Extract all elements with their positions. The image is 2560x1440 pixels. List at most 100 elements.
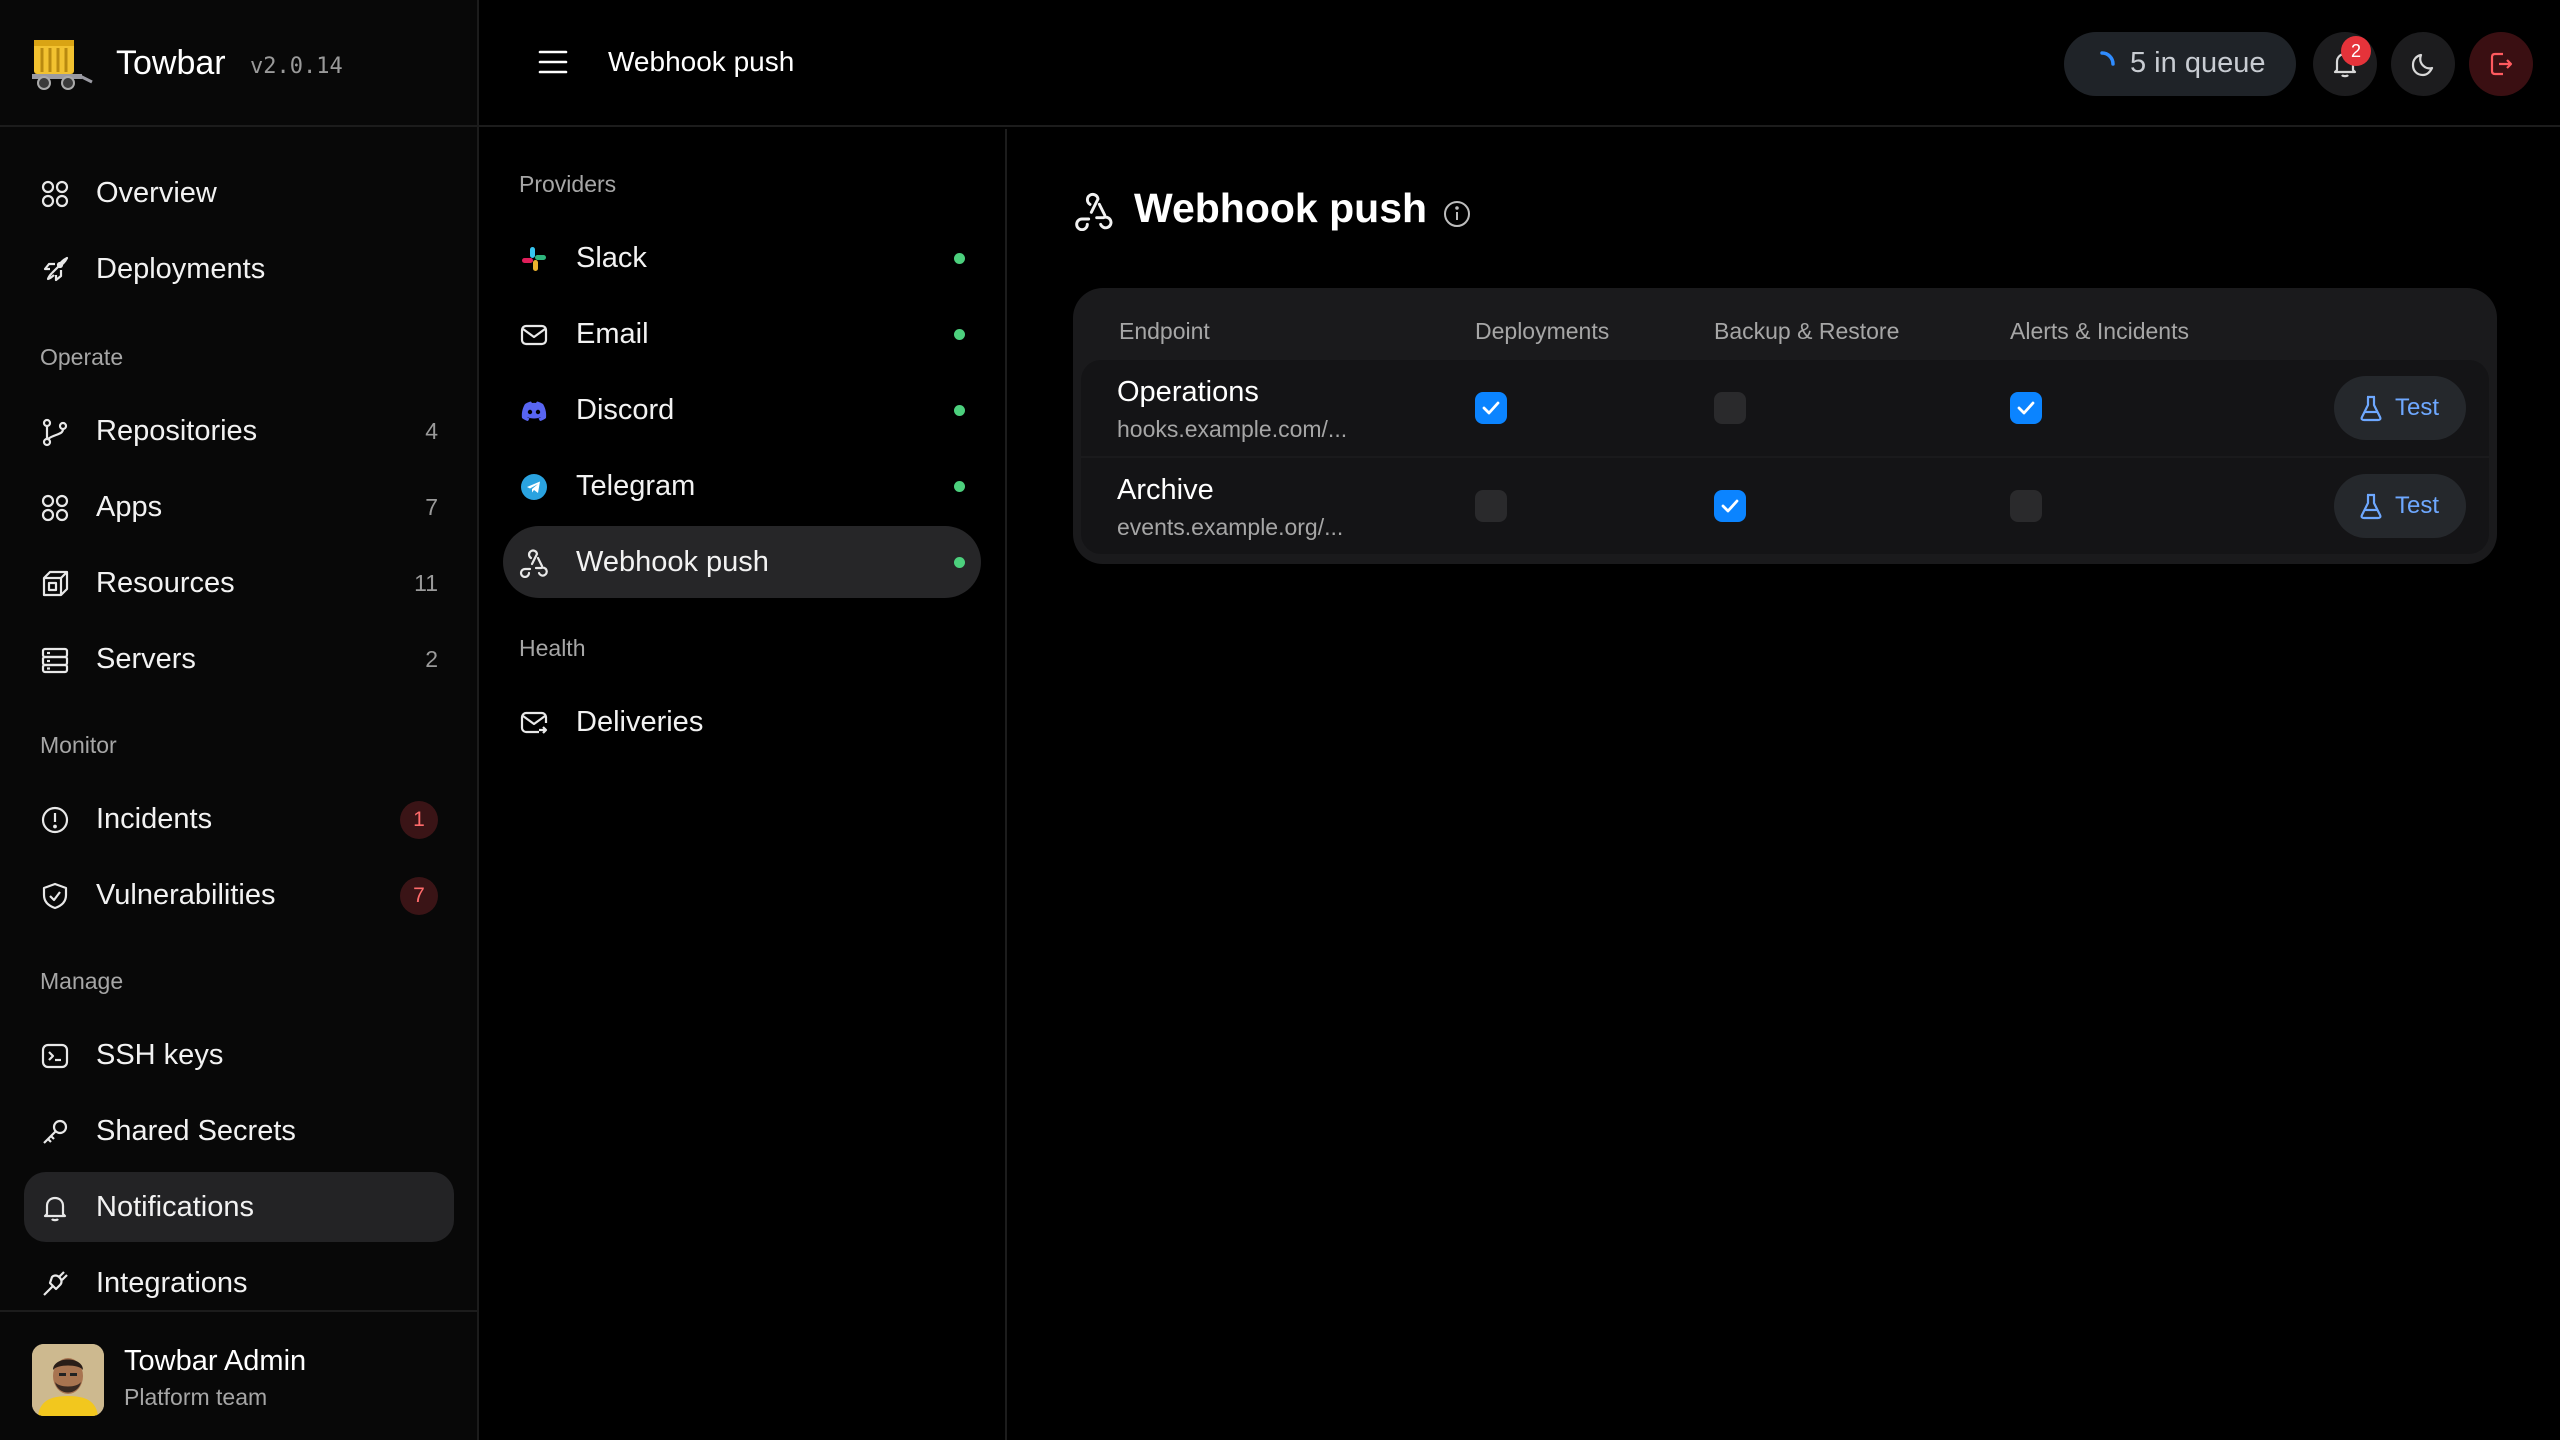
sidebar-item-label: Overview [96, 177, 217, 209]
rocket-icon [40, 255, 70, 285]
user-profile[interactable]: Towbar Admin Platform team [0, 1310, 477, 1440]
sidebar-item-shared-secrets[interactable]: Shared Secrets [24, 1096, 454, 1166]
sidebar-item-incidents[interactable]: Incidents 1 [24, 784, 454, 854]
queue-status-button[interactable]: 5 in queue [2064, 32, 2296, 96]
sidebar-item-label: Vulnerabilities [96, 879, 276, 911]
table-row: Operations hooks.example.com/... Test [1081, 360, 2489, 456]
count-badge: 7 [425, 494, 438, 520]
logout-icon [2490, 52, 2513, 76]
provider-item-discord[interactable]: Discord [503, 374, 981, 446]
avatar [32, 1344, 104, 1416]
plug-icon [40, 1269, 70, 1299]
provider-label: Email [576, 318, 649, 350]
status-dot [954, 557, 965, 568]
alerts-incidents-checkbox[interactable] [2010, 392, 2042, 424]
count-badge: 11 [414, 570, 438, 596]
check-icon [1482, 401, 1500, 415]
check-icon [2017, 401, 2035, 415]
provider-label: Webhook push [576, 546, 769, 578]
server-icon [40, 645, 70, 675]
info-icon[interactable] [1442, 199, 1472, 229]
health-label: Deliveries [576, 706, 704, 738]
sidebar-item-ssh-keys[interactable]: SSH keys [24, 1020, 454, 1090]
sidebar-item-label: Resources [96, 567, 235, 599]
sidebar-item-deployments[interactable]: Deployments [24, 234, 454, 304]
sidebar-item-integrations[interactable]: Integrations [24, 1248, 454, 1318]
alert-badge: 1 [400, 801, 438, 839]
queue-label: 5 in queue [2130, 47, 2266, 79]
alerts-incidents-checkbox[interactable] [2010, 490, 2042, 522]
sidebar-item-label: Shared Secrets [96, 1115, 296, 1147]
provider-item-email[interactable]: Email [503, 298, 981, 370]
logout-button[interactable] [2469, 32, 2533, 96]
sidebar-item-label: SSH keys [96, 1039, 224, 1071]
sidebar-item-label: Deployments [96, 253, 266, 285]
sidebar-item-servers[interactable]: Servers 2 [24, 624, 454, 694]
count-badge: 4 [425, 418, 438, 444]
mail-icon [519, 320, 549, 350]
apps-icon [40, 493, 70, 523]
key-icon [40, 1117, 70, 1147]
moon-icon [2411, 53, 2434, 77]
sidebar-item-overview[interactable]: Overview [24, 158, 454, 228]
brand: Towbar v2.0.14 [0, 0, 477, 127]
test-button[interactable]: Test [2334, 474, 2466, 538]
sidebar-item-notifications[interactable]: Notifications [24, 1172, 454, 1242]
grid-icon [40, 179, 70, 209]
sidebar-item-label: Apps [96, 491, 163, 523]
column-header-deployments: Deployments [1475, 318, 1610, 344]
sidebar-item-resources[interactable]: Resources 11 [24, 548, 454, 618]
terminal-icon [40, 1041, 70, 1071]
sidebar-item-label: Incidents [96, 803, 213, 835]
test-button-label: Test [2395, 492, 2440, 519]
towbar-logo-icon[interactable] [30, 34, 96, 92]
endpoint-url: events.example.org/... [1117, 514, 1344, 540]
health-item-deliveries[interactable]: Deliveries [503, 686, 981, 758]
telegram-icon [519, 472, 549, 502]
provider-item-webhook-push[interactable]: Webhook push [503, 526, 981, 598]
provider-label: Discord [576, 394, 675, 426]
git-branch-icon [40, 417, 70, 447]
section-monitor: Monitor [40, 732, 117, 758]
webhook-icon [1074, 191, 1114, 231]
topbar: Webhook push 5 in queue 2 [479, 0, 2560, 127]
webhook-endpoints-table: Endpoint Deployments Backup & Restore Al… [1073, 288, 2497, 564]
bell-icon [40, 1193, 70, 1223]
spinner-icon [2088, 50, 2116, 78]
app-version: v2.0.14 [250, 54, 343, 79]
section-operate: Operate [40, 344, 124, 370]
sidebar-item-repositories[interactable]: Repositories 4 [24, 396, 454, 466]
status-dot [954, 253, 965, 264]
webhook-icon [519, 548, 549, 578]
status-dot [954, 405, 965, 416]
sidebar-item-label: Integrations [96, 1267, 248, 1299]
deployments-checkbox[interactable] [1475, 392, 1507, 424]
sidebar-item-label: Repositories [96, 415, 258, 447]
flask-icon [2360, 493, 2382, 520]
test-button[interactable]: Test [2334, 376, 2466, 440]
sidebar-item-label: Notifications [96, 1191, 254, 1223]
notification-count-badge: 2 [2341, 36, 2371, 66]
provider-item-telegram[interactable]: Telegram [503, 450, 981, 522]
sidebar: Towbar v2.0.14 Overview Deployments Oper… [0, 0, 479, 1440]
sidebar-item-label: Servers [96, 643, 196, 675]
menu-icon[interactable] [535, 44, 571, 80]
endpoint-url: hooks.example.com/... [1117, 416, 1348, 442]
backup-restore-checkbox[interactable] [1714, 392, 1746, 424]
section-manage: Manage [40, 968, 124, 994]
alert-circle-icon [40, 805, 70, 835]
theme-toggle-button[interactable] [2391, 32, 2455, 96]
deployments-checkbox[interactable] [1475, 490, 1507, 522]
discord-icon [519, 396, 549, 426]
cube-icon [40, 569, 70, 599]
notifications-button[interactable]: 2 [2313, 32, 2377, 96]
endpoint-name: Archive [1117, 474, 1214, 506]
sidebar-item-vulnerabilities[interactable]: Vulnerabilities 7 [24, 860, 454, 930]
count-badge: 2 [425, 646, 438, 672]
provider-item-slack[interactable]: Slack [503, 222, 981, 294]
backup-restore-checkbox[interactable] [1714, 490, 1746, 522]
page-heading: Webhook push [1134, 185, 1428, 231]
slack-icon [519, 244, 549, 274]
provider-label: Telegram [576, 470, 696, 502]
sidebar-item-apps[interactable]: Apps 7 [24, 472, 454, 542]
